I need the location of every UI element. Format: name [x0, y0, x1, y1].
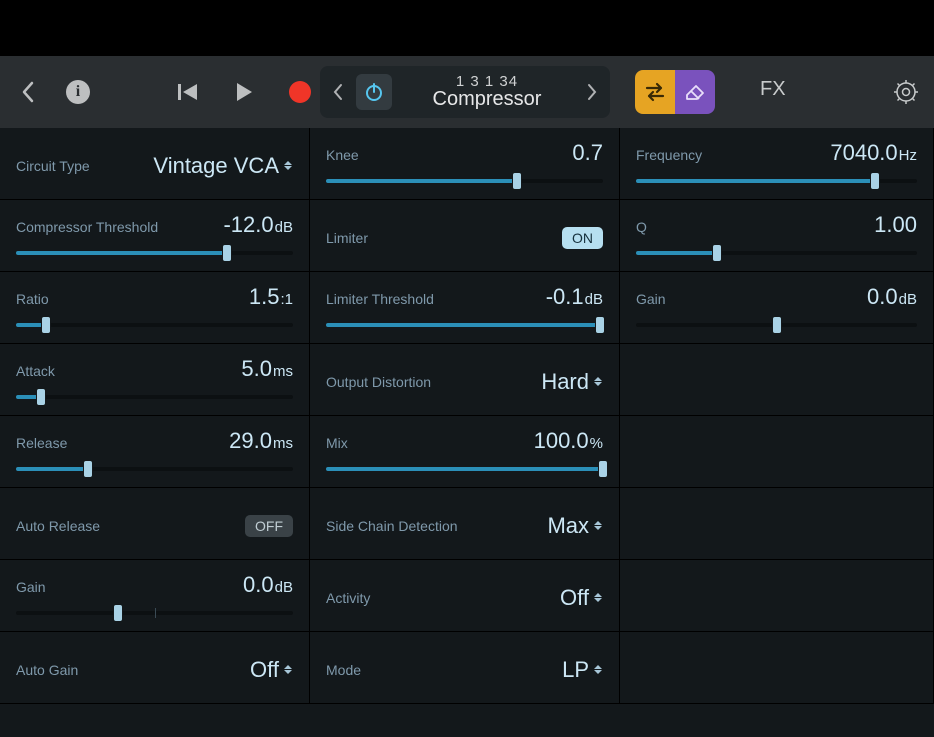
chevron-updown-icon [593, 374, 603, 390]
plugin-name: Compressor [398, 88, 576, 111]
compare-tools [635, 70, 715, 114]
distortion-cell[interactable]: Output Distortion Hard [310, 344, 620, 416]
gear-icon [893, 79, 919, 105]
frequency-cell[interactable]: Frequency7040.0Hz [620, 128, 934, 200]
play-button[interactable] [230, 78, 258, 106]
erase-icon [684, 82, 706, 102]
chevron-updown-icon [593, 662, 603, 678]
chevron-updown-icon [593, 518, 603, 534]
chevron-updown-icon [283, 158, 293, 174]
limiter-threshold-slider[interactable] [326, 314, 603, 336]
record-button[interactable] [286, 78, 314, 106]
attack-cell[interactable]: Attack5.0ms [0, 344, 310, 416]
fx-button[interactable]: FX [760, 78, 786, 101]
activity-cell[interactable]: Activity Off [310, 560, 620, 632]
empty-cell [620, 632, 934, 704]
power-button[interactable] [356, 74, 392, 110]
circuit-type-cell[interactable]: Circuit Type Vintage VCA [0, 128, 310, 200]
limiter-threshold-cell[interactable]: Limiter Threshold-0.1dB [310, 272, 620, 344]
limiter-toggle[interactable]: ON [562, 227, 603, 249]
q-slider[interactable] [636, 242, 917, 264]
compare-b-button[interactable] [675, 70, 715, 114]
auto-release-toggle[interactable]: OFF [245, 515, 293, 537]
limiter-cell[interactable]: Limiter ON [310, 200, 620, 272]
next-plugin-button[interactable] [582, 83, 602, 101]
empty-cell [620, 560, 934, 632]
sc-gain-cell[interactable]: Gain0.0dB [620, 272, 934, 344]
knee-slider[interactable] [326, 170, 603, 192]
mix-slider[interactable] [326, 458, 603, 480]
empty-cell [620, 416, 934, 488]
gain-cell[interactable]: Gain0.0dB [0, 560, 310, 632]
frequency-slider[interactable] [636, 170, 917, 192]
plugin-header: 1 3 1 34 Compressor [320, 66, 610, 118]
threshold-cell[interactable]: Compressor Threshold-12.0dB [0, 200, 310, 272]
prev-plugin-button[interactable] [328, 83, 348, 101]
plugin-title-block[interactable]: 1 3 1 34 Compressor [398, 73, 576, 111]
ratio-cell[interactable]: Ratio1.5:1 [0, 272, 310, 344]
sc-gain-slider[interactable] [636, 314, 917, 336]
knee-cell[interactable]: Knee0.7 [310, 128, 620, 200]
auto-gain-cell[interactable]: Auto Gain Off [0, 632, 310, 704]
sc-detection-cell[interactable]: Side Chain Detection Max [310, 488, 620, 560]
empty-cell [620, 344, 934, 416]
attack-slider[interactable] [16, 386, 293, 408]
gain-slider[interactable] [16, 602, 293, 624]
compare-a-button[interactable] [635, 70, 675, 114]
mix-cell[interactable]: Mix100.0% [310, 416, 620, 488]
release-slider[interactable] [16, 458, 293, 480]
empty-cell [620, 488, 934, 560]
settings-button[interactable] [892, 78, 920, 106]
circuit-type-value: Vintage VCA [153, 153, 293, 179]
threshold-slider[interactable] [16, 242, 293, 264]
title-bar-black [0, 0, 934, 56]
skip-back-button[interactable] [174, 78, 202, 106]
auto-release-cell[interactable]: Auto Release OFF [0, 488, 310, 560]
parameter-grid: Circuit Type Vintage VCA Knee0.7 Frequen… [0, 128, 934, 737]
circuit-type-label: Circuit Type [16, 158, 90, 174]
swap-icon [643, 82, 667, 102]
mode-cell[interactable]: Mode LP [310, 632, 620, 704]
chevron-updown-icon [593, 590, 603, 606]
toolbar: i 1 3 1 34 Compressor [0, 56, 934, 128]
release-cell[interactable]: Release29.0ms [0, 416, 310, 488]
info-button[interactable]: i [66, 80, 90, 104]
q-cell[interactable]: Q1.00 [620, 200, 934, 272]
ratio-slider[interactable] [16, 314, 293, 336]
chevron-updown-icon [283, 662, 293, 678]
record-icon [289, 81, 311, 103]
back-button[interactable] [14, 78, 42, 106]
